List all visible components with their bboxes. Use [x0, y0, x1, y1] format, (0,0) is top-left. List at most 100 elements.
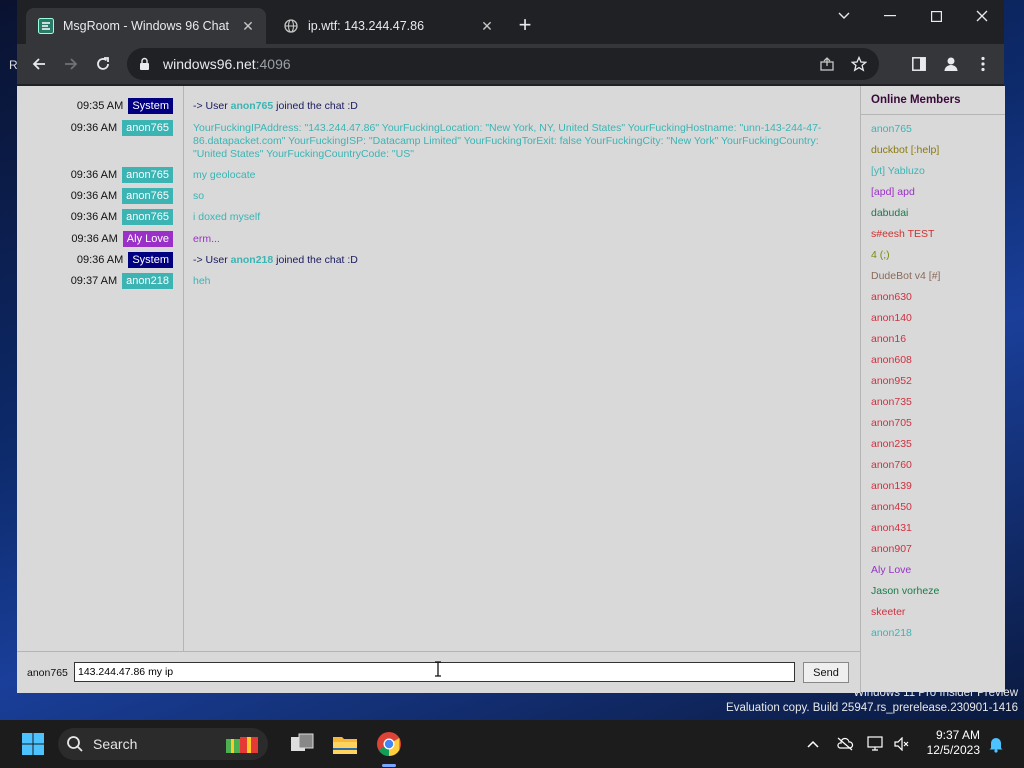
member-item[interactable]: Aly Love	[871, 563, 911, 577]
member-item[interactable]: DudeBot v4 [#]	[871, 269, 940, 283]
username-badge[interactable]: System	[128, 252, 173, 268]
browser-window: MsgRoom - Windows 96 Chat ✕ ip.wtf: 143.…	[17, 0, 1005, 693]
reload-icon	[97, 57, 109, 70]
member-item[interactable]: anon235	[871, 437, 912, 451]
gift-icon	[224, 733, 262, 758]
close-window-button[interactable]	[959, 0, 1005, 32]
message-meta: 09:37 AM anon218	[71, 273, 173, 289]
message-timestamp: 09:36 AM	[71, 233, 118, 245]
member-item[interactable]: anon608	[871, 353, 912, 367]
member-item[interactable]: anon765	[871, 122, 912, 136]
lock-icon[interactable]	[139, 57, 153, 71]
chat-message-text: erm...	[193, 233, 220, 245]
system-message-prefix: -> User	[193, 254, 231, 266]
maximize-button[interactable]	[913, 0, 959, 32]
message-meta: 09:36 AM System	[77, 252, 173, 268]
chevron-up-icon[interactable]	[803, 734, 823, 754]
chat-log[interactable]: 09:35 AM System 09:36 AM anon765 09:36 AM ano…	[17, 86, 860, 651]
member-item[interactable]: [apd] apd	[871, 185, 915, 199]
member-item[interactable]: 4 (;)	[871, 248, 890, 262]
taskbar-search[interactable]: Search	[58, 728, 268, 760]
member-item[interactable]: anon140	[871, 311, 912, 325]
watermark-line-2: Evaluation copy. Build 25947.rs_prerelea…	[726, 702, 1018, 714]
message-meta: 09:36 AM anon765	[71, 188, 173, 204]
maximize-icon	[930, 10, 942, 22]
username-badge[interactable]: System	[128, 98, 173, 114]
tab-msgroom[interactable]: MsgRoom - Windows 96 Chat ✕	[26, 8, 266, 44]
new-tab-button[interactable]: +	[513, 14, 537, 38]
member-item[interactable]: dabudai	[871, 206, 908, 220]
menu-button[interactable]	[971, 52, 995, 76]
member-item[interactable]: anon760	[871, 458, 912, 472]
arrow-left-icon	[32, 58, 45, 70]
reload-button[interactable]	[91, 52, 115, 76]
close-icon[interactable]: ✕	[477, 16, 497, 36]
member-item[interactable]: Jason vorheze	[871, 584, 939, 598]
notification-bell-icon[interactable]	[986, 734, 1006, 754]
address-bar[interactable]: windows96.net:4096	[127, 48, 879, 80]
member-item[interactable]: anon735	[871, 395, 912, 409]
chevron-down-icon	[838, 12, 850, 19]
members-title: Online Members	[871, 94, 961, 106]
member-item[interactable]: skeeter	[871, 605, 905, 619]
minimize-button[interactable]	[867, 0, 913, 32]
member-item[interactable]: anon218	[871, 626, 912, 640]
file-explorer-icon[interactable]	[330, 729, 360, 759]
send-button[interactable]: Send	[803, 662, 849, 683]
member-item[interactable]: anon630	[871, 290, 912, 304]
members-divider	[861, 114, 1005, 115]
taskbar: Search 9:37 AM 12/5/2023	[0, 720, 1024, 768]
message-timestamp: 09:36 AM	[70, 122, 118, 134]
windows-start-icon[interactable]	[18, 729, 48, 759]
username-badge[interactable]: anon765	[122, 188, 173, 204]
back-button[interactable]	[27, 52, 51, 76]
username-badge[interactable]: Aly Love	[122, 231, 173, 247]
member-item[interactable]: [yt] Yabluzo	[871, 164, 925, 178]
url-host: windows96.net	[163, 56, 256, 72]
member-item[interactable]: anon431	[871, 521, 912, 535]
system-message-suffix: joined the chat :D	[273, 100, 358, 112]
username-badge[interactable]: anon765	[122, 167, 173, 183]
member-item[interactable]: anon907	[871, 542, 912, 556]
system-message-suffix: joined the chat :D	[273, 254, 358, 266]
search-icon	[67, 736, 83, 752]
msgroom-page: 09:35 AM System 09:36 AM anon765 09:36 AM ano…	[17, 86, 1005, 693]
network-icon[interactable]	[866, 734, 886, 754]
tab-ipwtf[interactable]: ip.wtf: 143.244.47.86 ✕	[271, 8, 505, 44]
clock[interactable]: 9:37 AM 12/5/2023	[927, 728, 980, 758]
search-label: Search	[93, 736, 138, 752]
member-item[interactable]: s#eesh TEST	[871, 227, 934, 241]
message-meta: 09:36 AM anon765	[71, 209, 173, 225]
username-badge[interactable]: anon765	[122, 120, 173, 136]
task-view-icon[interactable]	[287, 729, 317, 759]
bookmark-star-icon[interactable]	[850, 55, 868, 77]
message-timestamp: 09:37 AM	[70, 275, 118, 287]
chrome-icon[interactable]	[374, 729, 404, 759]
onedrive-off-icon[interactable]	[835, 734, 855, 754]
member-item[interactable]: duckbot [:help]	[871, 143, 939, 157]
share-icon[interactable]	[819, 56, 835, 77]
message-meta: 09:36 AM anon765	[71, 120, 173, 136]
tab-title: MsgRoom - Windows 96 Chat	[63, 19, 230, 33]
member-item[interactable]: anon139	[871, 479, 912, 493]
username-badge[interactable]: anon218	[122, 273, 173, 289]
active-app-indicator	[382, 764, 396, 767]
member-item[interactable]: anon16	[871, 332, 906, 346]
forward-button[interactable]	[59, 52, 83, 76]
member-item[interactable]: anon450	[871, 500, 912, 514]
tab-search-button[interactable]	[821, 0, 867, 32]
arrow-right-icon	[65, 58, 78, 70]
current-username: anon765	[27, 667, 68, 679]
joined-username[interactable]: anon218	[231, 254, 274, 266]
system-message: -> User anon218 joined the chat :D	[193, 254, 843, 267]
close-icon[interactable]: ✕	[238, 16, 258, 36]
tab-strip: MsgRoom - Windows 96 Chat ✕ ip.wtf: 143.…	[17, 0, 1004, 44]
volume-muted-icon[interactable]	[892, 734, 912, 754]
side-panel-button[interactable]	[907, 52, 931, 76]
username-badge[interactable]: anon765	[122, 209, 173, 225]
message-meta: 09:36 AM anon765	[71, 167, 173, 183]
member-item[interactable]: anon705	[871, 416, 912, 430]
profile-button[interactable]	[939, 52, 963, 76]
joined-username[interactable]: anon765	[231, 100, 274, 112]
member-item[interactable]: anon952	[871, 374, 912, 388]
